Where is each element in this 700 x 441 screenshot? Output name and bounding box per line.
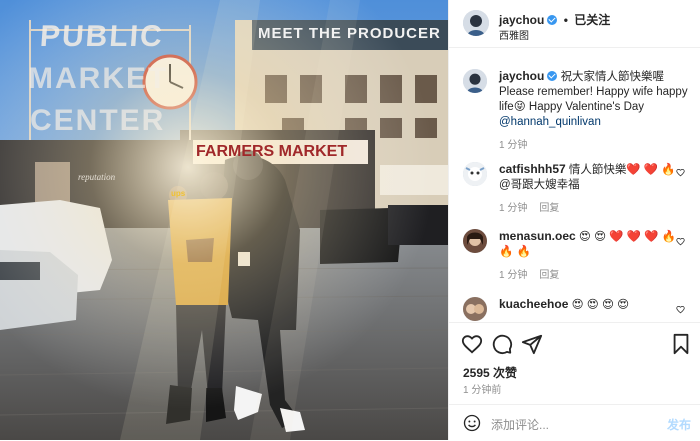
poster-text: reputation [78, 172, 116, 182]
action-bar: 2595 次赞 1 分钟前 [449, 322, 700, 403]
post-panel: jaychou • 已关注 西雅图 jaychou 祝大家情人節快樂喔 Plea… [448, 0, 700, 440]
sign-center: CENTER [30, 104, 166, 137]
comment-list[interactable]: jaychou 祝大家情人節快樂喔 Please remember! Happy… [449, 47, 700, 322]
follow-status-button[interactable]: 已关注 [574, 13, 610, 27]
sign-farmers: FARMERS MARKET [196, 143, 348, 160]
post-header: jaychou • 已关注 西雅图 [449, 0, 700, 48]
author-avatar[interactable] [463, 10, 489, 36]
comment-icon[interactable] [491, 333, 513, 355]
comment-text: 😍 😍 😍 😍 [571, 299, 630, 311]
author-username[interactable]: jaychou [499, 13, 544, 27]
verified-badge-icon [547, 15, 558, 25]
comment-input[interactable]: 添加评论... [491, 416, 549, 433]
comment-username[interactable]: catfishhh57 [499, 162, 566, 176]
emoji-icon[interactable] [463, 414, 481, 432]
verified-badge-icon [547, 71, 558, 81]
heart-icon[interactable] [676, 168, 685, 177]
bookmark-icon[interactable] [670, 333, 692, 355]
comment-avatar[interactable] [463, 229, 487, 253]
like-count[interactable]: 2595 次赞 [463, 364, 517, 381]
reply-button[interactable]: 回复 [539, 270, 559, 281]
comment-avatar[interactable] [463, 297, 487, 321]
like-heart-icon[interactable] [461, 333, 483, 355]
caption-time[interactable]: 1 分钟 [499, 140, 527, 151]
caption-username[interactable]: jaychou [499, 69, 544, 83]
post-time[interactable]: 1 分钟前 [463, 381, 501, 396]
comment-time[interactable]: 1 分钟 [499, 203, 527, 214]
post-comment-button[interactable]: 发布 [667, 416, 691, 433]
comment-username[interactable]: kuacheehoe [499, 297, 568, 311]
heart-icon[interactable] [676, 237, 685, 246]
post-location[interactable]: 西雅图 [499, 27, 529, 42]
sign-market: MARKET [28, 62, 169, 95]
share-icon[interactable] [521, 333, 543, 355]
heart-icon[interactable] [676, 305, 685, 314]
comment-username[interactable]: menasun.oec [499, 229, 576, 243]
comment-time[interactable]: 1 分钟 [499, 270, 527, 281]
dot-separator: • [563, 13, 568, 27]
ups-logo: ups [171, 189, 186, 198]
reply-button[interactable]: 回复 [539, 203, 559, 214]
sign-producer: MEET THE PRODUCER [258, 25, 441, 42]
caption-avatar[interactable] [463, 69, 487, 93]
post-photo[interactable]: PUBLIC MARKET CENTER MEET THE PRODUCER F… [0, 0, 448, 440]
add-comment-bar: 添加评论... 发布 [449, 404, 700, 441]
sign-public: PUBLIC [38, 20, 165, 53]
caption-mention-link[interactable]: @hannah_quinlivan [499, 116, 601, 128]
comment-avatar[interactable] [463, 162, 487, 186]
